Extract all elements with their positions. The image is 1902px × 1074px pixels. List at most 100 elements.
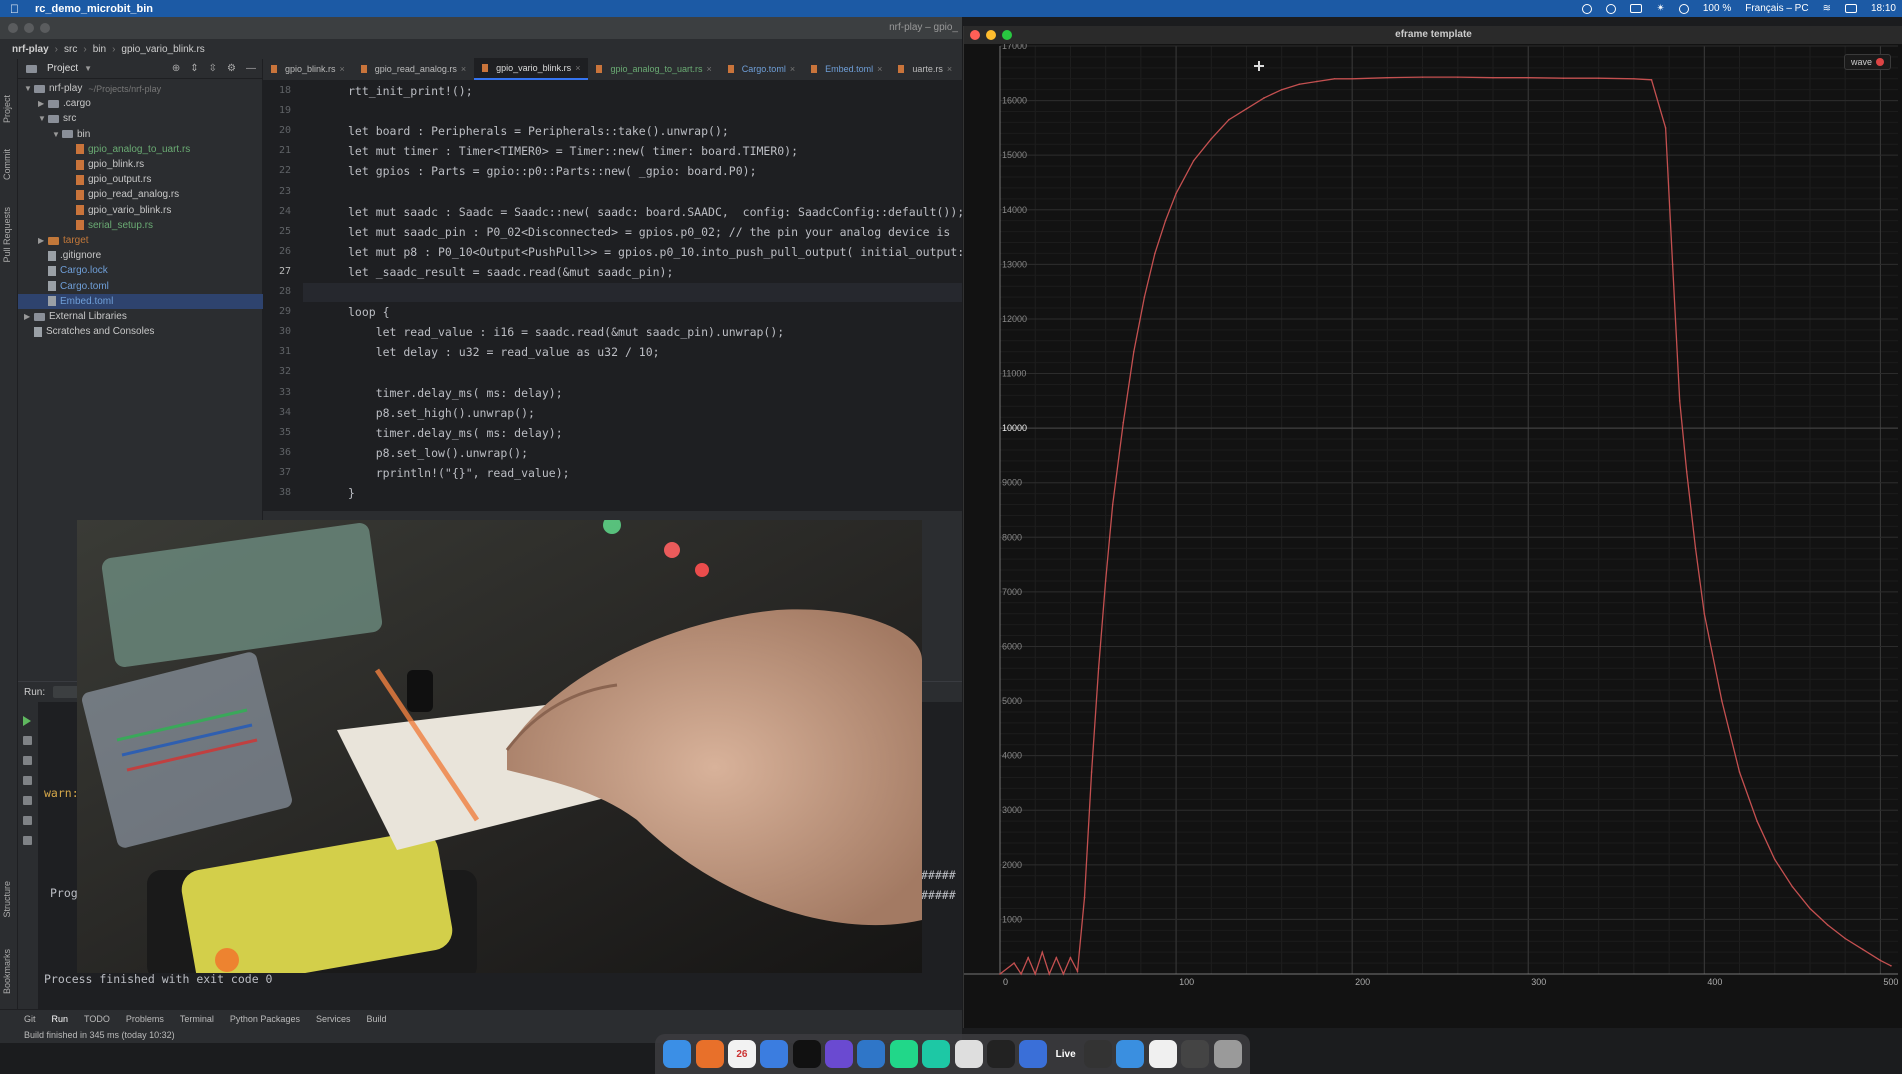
tree-item[interactable]: gpio_output.rs bbox=[66, 172, 151, 187]
dock-console-icon[interactable] bbox=[1084, 1040, 1113, 1068]
minimize-window-button[interactable] bbox=[24, 23, 34, 33]
code-line[interactable]: let mut saadc : Saadc = Saadc::new( saad… bbox=[348, 205, 964, 219]
apple-menu-icon[interactable]:  bbox=[10, 2, 19, 16]
bluetooth-icon[interactable]: ✴ bbox=[1656, 3, 1664, 14]
code-line[interactable]: timer.delay_ms( ms: delay); bbox=[348, 386, 563, 400]
code-line[interactable]: loop { bbox=[348, 305, 390, 319]
code-line[interactable]: let mut p8 : P0_10<Output<PushPull>> = g… bbox=[348, 245, 992, 259]
close-tab-icon[interactable]: × bbox=[707, 64, 712, 74]
project-view-selector[interactable]: Project bbox=[47, 63, 78, 74]
screen-icon[interactable] bbox=[1630, 4, 1643, 13]
tree-item[interactable]: Embed.toml bbox=[18, 293, 263, 309]
layout-icon[interactable] bbox=[23, 816, 32, 825]
dock-pycharm-icon[interactable] bbox=[889, 1040, 918, 1068]
code-line[interactable]: rtt_init_print!(); bbox=[348, 84, 473, 98]
control-center-icon[interactable] bbox=[1844, 4, 1857, 13]
tree-item[interactable]: ▼ nrf-play ~/Projects/nrf-play bbox=[24, 81, 161, 96]
dock-calendar-icon[interactable]: 26 bbox=[727, 1040, 756, 1068]
plot-legend[interactable]: wave bbox=[1843, 54, 1891, 70]
tree-item[interactable]: gpio_blink.rs bbox=[66, 157, 144, 172]
battery-indicator[interactable]: 100 % bbox=[1703, 3, 1731, 14]
tree-item[interactable]: ▼ bin bbox=[52, 127, 90, 142]
editor-tab[interactable]: gpio_vario_blink.rs × bbox=[474, 58, 589, 80]
editor-tab[interactable]: gpio_analog_to_uart.rs × bbox=[588, 58, 719, 80]
dock-obsidian-icon[interactable] bbox=[825, 1040, 854, 1068]
code-line[interactable]: let board : Peripherals = Peripherals::t… bbox=[348, 124, 729, 138]
code-line[interactable]: let read_value : i16 = saadc.read(&mut s… bbox=[348, 325, 785, 339]
tool-window-tab-run[interactable]: Run bbox=[52, 1014, 69, 1024]
stop-icon[interactable] bbox=[23, 756, 32, 765]
close-window-button[interactable] bbox=[970, 30, 980, 40]
scroll-down-icon[interactable] bbox=[23, 776, 32, 785]
breadcrumb-item[interactable]: gpio_vario_blink.rs bbox=[121, 44, 204, 55]
close-tab-icon[interactable]: × bbox=[575, 63, 580, 73]
chevron-down-icon[interactable]: ▼ bbox=[84, 64, 92, 73]
dock-terminal-icon[interactable] bbox=[986, 1040, 1015, 1068]
dock-firefox-icon[interactable] bbox=[695, 1040, 724, 1068]
zoom-window-button[interactable] bbox=[1002, 30, 1012, 40]
chevron-down-icon[interactable]: ▼ bbox=[52, 130, 62, 139]
dock-inkscape-icon[interactable] bbox=[954, 1040, 983, 1068]
code-editor[interactable]: 18 19 20 21 22 23 24 25 26 27 28 29 30 31 32 33 34 35 36 37… bbox=[263, 81, 992, 511]
tree-item[interactable]: Scratches and Consoles bbox=[24, 324, 154, 339]
close-tab-icon[interactable]: × bbox=[947, 64, 952, 74]
dock-live-icon[interactable]: Live bbox=[1052, 1040, 1080, 1068]
code-line[interactable]: rprintln!("{}", read_value); bbox=[348, 466, 570, 480]
tree-item[interactable]: gpio_read_analog.rs bbox=[66, 187, 179, 202]
pull-requests-tool-tab[interactable]: Pull Requests bbox=[2, 207, 12, 263]
tree-item[interactable]: ▶ target bbox=[38, 233, 89, 248]
wifi-icon[interactable]: ≋ bbox=[1823, 3, 1831, 14]
tool-window-tab-python-packages[interactable]: Python Packages bbox=[230, 1014, 300, 1024]
tool-window-tab-todo[interactable]: TODO bbox=[84, 1014, 110, 1024]
close-tab-icon[interactable]: × bbox=[461, 64, 466, 74]
close-tab-icon[interactable]: × bbox=[877, 64, 882, 74]
structure-tool-tab[interactable]: Structure bbox=[2, 881, 12, 918]
close-window-button[interactable] bbox=[8, 23, 18, 33]
tree-item[interactable]: ▼ src bbox=[38, 111, 76, 126]
editor-tab[interactable]: Cargo.toml × bbox=[720, 58, 803, 80]
dock-safari-icon[interactable] bbox=[1116, 1040, 1145, 1068]
record-icon[interactable] bbox=[1582, 3, 1593, 14]
pin-icon[interactable] bbox=[23, 836, 32, 845]
rerun-icon[interactable] bbox=[23, 716, 31, 726]
project-tool-tab[interactable]: Project bbox=[2, 95, 12, 123]
dock-mail-icon[interactable] bbox=[760, 1040, 789, 1068]
minimize-window-button[interactable] bbox=[986, 30, 996, 40]
breadcrumb-item[interactable]: nrf-play bbox=[12, 44, 49, 55]
code-line[interactable]: } bbox=[348, 486, 355, 500]
hide-icon[interactable]: — bbox=[246, 63, 256, 74]
menubar-clock[interactable]: 18:10 bbox=[1871, 3, 1896, 14]
dock-clion-icon[interactable] bbox=[922, 1040, 951, 1068]
tool-window-tab-services[interactable]: Services bbox=[316, 1014, 351, 1024]
code-line[interactable]: p8.set_high().unwrap(); bbox=[348, 406, 535, 420]
wrench-icon[interactable] bbox=[23, 736, 32, 745]
zoom-window-button[interactable] bbox=[40, 23, 50, 33]
active-app-name[interactable]: rc_demo_microbit_bin bbox=[35, 3, 153, 15]
chevron-down-icon[interactable]: ▼ bbox=[38, 114, 48, 123]
play-icon[interactable] bbox=[1678, 3, 1689, 14]
tool-window-tab-git[interactable]: Git bbox=[24, 1014, 36, 1024]
input-source-menu[interactable]: Français – PC bbox=[1745, 3, 1808, 14]
code-line[interactable]: let _saadc_result = saadc.read(&mut saad… bbox=[348, 265, 673, 279]
code-line[interactable]: let delay : u32 = read_value as u32 / 10… bbox=[348, 345, 660, 359]
code-line[interactable]: timer.delay_ms( ms: delay); bbox=[348, 426, 563, 440]
commit-tool-tab[interactable]: Commit bbox=[2, 149, 12, 180]
tool-window-tab-problems[interactable]: Problems bbox=[126, 1014, 164, 1024]
expand-all-icon[interactable]: ⇕ bbox=[190, 63, 198, 74]
gear-icon[interactable]: ⚙ bbox=[227, 63, 236, 74]
dock-finder-icon[interactable] bbox=[663, 1040, 692, 1068]
code-line[interactable]: p8.set_low().unwrap(); bbox=[348, 446, 528, 460]
tree-item[interactable]: gpio_vario_blink.rs bbox=[66, 203, 171, 218]
chevron-right-icon[interactable]: ▶ bbox=[38, 236, 48, 245]
collapse-all-icon[interactable]: ⇳ bbox=[209, 63, 217, 74]
breadcrumb-item[interactable]: src bbox=[64, 44, 77, 55]
bookmarks-tool-tab[interactable]: Bookmarks bbox=[2, 949, 12, 994]
dock-preview-icon[interactable] bbox=[1181, 1040, 1210, 1068]
editor-tab[interactable]: gpio_read_analog.rs × bbox=[353, 58, 474, 80]
dock-notion-icon[interactable] bbox=[792, 1040, 821, 1068]
editor-tab[interactable]: uarte.rs × bbox=[890, 58, 960, 80]
dock-simulator-icon[interactable] bbox=[1019, 1040, 1048, 1068]
code-line[interactable]: let gpios : Parts = gpio::p0::Parts::new… bbox=[348, 164, 757, 178]
chevron-right-icon[interactable]: ▶ bbox=[38, 99, 48, 108]
plot-area[interactable]: 0 100 200 300 400 500 1000 2000 3000 4000 5000 6000… bbox=[964, 41, 1902, 1028]
